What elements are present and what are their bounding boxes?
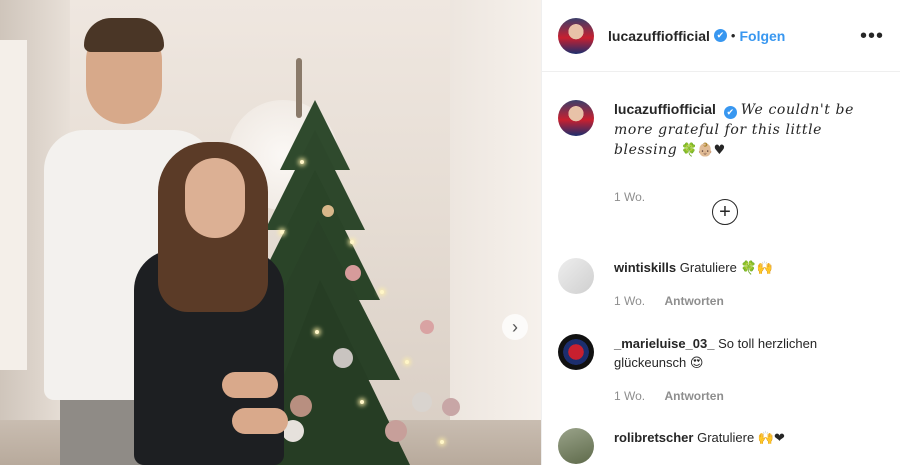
ornament xyxy=(345,265,361,281)
post-photo[interactable]: › xyxy=(0,0,541,465)
avatar[interactable] xyxy=(558,428,594,464)
comment-body: wintiskills Gratuliere 🍀🙌 1 Wo. Antworte… xyxy=(614,258,884,311)
tree-light xyxy=(440,440,444,444)
ornament xyxy=(322,205,334,217)
ornament xyxy=(442,398,460,416)
comment-text: Gratuliere xyxy=(697,430,755,445)
comment-username[interactable]: rolibretscher xyxy=(614,430,693,445)
comment-emojis: 🍀🙌 xyxy=(740,261,773,276)
comment-emojis: 😍 xyxy=(689,356,704,371)
tree-light xyxy=(280,230,284,234)
tree-light xyxy=(360,400,364,404)
comment-meta: 1 Wo. Antworten xyxy=(614,387,884,406)
comment-username[interactable]: _marieluise_03_ xyxy=(614,336,714,351)
comment-item: _marieluise_03_ So toll herzlichen glück… xyxy=(558,334,888,406)
ornament xyxy=(333,348,353,368)
reply-button[interactable]: Antworten xyxy=(664,294,723,308)
separator-dot: • xyxy=(730,28,736,43)
avatar[interactable] xyxy=(558,100,594,136)
comment-emojis: 🙌❤ xyxy=(757,431,785,446)
verified-badge-icon: ✔ xyxy=(713,29,727,42)
comment-body: _marieluise_03_ So toll herzlichen glück… xyxy=(614,334,884,406)
man-hair xyxy=(84,18,164,52)
comment-meta: 1 Wo. Antworten xyxy=(614,292,884,311)
avatar[interactable] xyxy=(558,17,594,54)
tree-light xyxy=(405,360,409,364)
ornament xyxy=(412,392,432,412)
avatar[interactable] xyxy=(558,334,594,370)
chevron-right-icon: › xyxy=(512,317,518,337)
ornament xyxy=(290,395,312,417)
ornament xyxy=(420,320,434,334)
post-header: lucazuffiofficial ✔ • Folgen ••• xyxy=(542,0,900,72)
caption-emojis: 🍀👶🏼♥ xyxy=(681,143,726,158)
comment-text: Gratuliere xyxy=(679,260,737,275)
avatar[interactable] xyxy=(558,258,594,294)
plus-icon: + xyxy=(719,201,731,223)
comment-timestamp[interactable]: 1 Wo. xyxy=(614,294,645,308)
tree-light xyxy=(380,290,384,294)
post-sidebar: lucazuffiofficial ✔ • Folgen ••• lucazuf… xyxy=(541,0,900,465)
comment-body: rolibretscher Gratuliere 🙌❤ xyxy=(614,428,884,464)
woman-face xyxy=(185,158,245,238)
comment-timestamp[interactable]: 1 Wo. xyxy=(614,389,645,403)
comment-item: wintiskills Gratuliere 🍀🙌 1 Wo. Antworte… xyxy=(558,258,888,311)
load-more-comments-button[interactable]: + xyxy=(712,199,738,225)
tree-light xyxy=(300,160,304,164)
instagram-post: › lucazuffiofficial ✔ • Folgen ••• lucaz… xyxy=(0,0,900,465)
caption: lucazuffiofficial ✔ We couldn't be more … xyxy=(542,72,900,160)
tree-light xyxy=(350,240,354,244)
reply-button[interactable]: Antworten xyxy=(664,389,723,403)
photo-window xyxy=(0,40,30,370)
ornament xyxy=(385,420,407,442)
hand xyxy=(232,408,288,434)
hand xyxy=(222,372,278,398)
header-user: lucazuffiofficial ✔ • Folgen xyxy=(608,28,785,44)
tree-light xyxy=(315,330,319,334)
more-options-icon[interactable]: ••• xyxy=(860,26,884,46)
comment-item: rolibretscher Gratuliere 🙌❤ xyxy=(558,428,888,464)
caption-username[interactable]: lucazuffiofficial xyxy=(614,101,716,117)
next-photo-button[interactable]: › xyxy=(502,314,528,340)
follow-button[interactable]: Folgen xyxy=(739,28,785,44)
header-username[interactable]: lucazuffiofficial xyxy=(608,28,710,44)
comment-username[interactable]: wintiskills xyxy=(614,260,676,275)
caption-text: lucazuffiofficial ✔ We couldn't be more … xyxy=(614,100,874,160)
verified-badge-icon: ✔ xyxy=(723,106,737,119)
caption-timestamp[interactable]: 1 Wo. xyxy=(614,190,645,204)
